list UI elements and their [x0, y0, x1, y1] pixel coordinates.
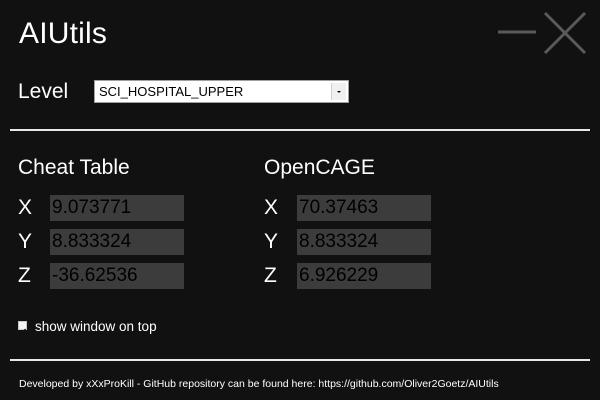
opencage-z-field[interactable]: 6.926229 [297, 263, 431, 289]
close-icon [543, 11, 587, 55]
cheat-x-field[interactable]: 9.073771 [50, 195, 184, 221]
app-window: AIUtils Level SCI_HOSPITAL_UPPER Cheat T… [0, 0, 600, 400]
footer-credits: Developed by xXxProKill - GitHub reposit… [19, 378, 499, 390]
show-on-top-checkbox[interactable] [18, 321, 27, 335]
cheat-x-label: X [18, 196, 33, 219]
opencage-x-label: X [264, 196, 279, 219]
opencage-z-label: Z [264, 264, 277, 287]
level-dropdown-value: SCI_HOSPITAL_UPPER [99, 84, 244, 99]
bottom-divider [10, 359, 590, 361]
top-divider [10, 129, 590, 131]
window-controls [496, 10, 592, 56]
cheat-table-title: Cheat Table [18, 156, 130, 179]
level-label: Level [18, 80, 69, 103]
minimize-button[interactable] [496, 10, 538, 56]
opencage-title: OpenCAGE [264, 156, 375, 179]
opencage-y-field[interactable]: 8.833324 [297, 229, 431, 255]
dropdown-arrow-button[interactable] [331, 83, 346, 100]
level-dropdown[interactable]: SCI_HOSPITAL_UPPER [94, 80, 349, 103]
minimize-icon [498, 30, 536, 34]
checkmark-icon [19, 328, 27, 335]
cheat-y-field[interactable]: 8.833324 [50, 229, 184, 255]
cheat-z-label: Z [18, 264, 31, 287]
cheat-z-field[interactable]: -36.62536 [50, 263, 184, 289]
app-title: AIUtils [19, 17, 108, 50]
close-button[interactable] [542, 10, 588, 56]
chevron-down-icon [337, 91, 341, 93]
opencage-x-field[interactable]: 70.37463 [297, 195, 431, 221]
cheat-y-label: Y [18, 230, 33, 253]
show-on-top-label[interactable]: show window on top [35, 318, 157, 335]
opencage-y-label: Y [264, 230, 279, 253]
